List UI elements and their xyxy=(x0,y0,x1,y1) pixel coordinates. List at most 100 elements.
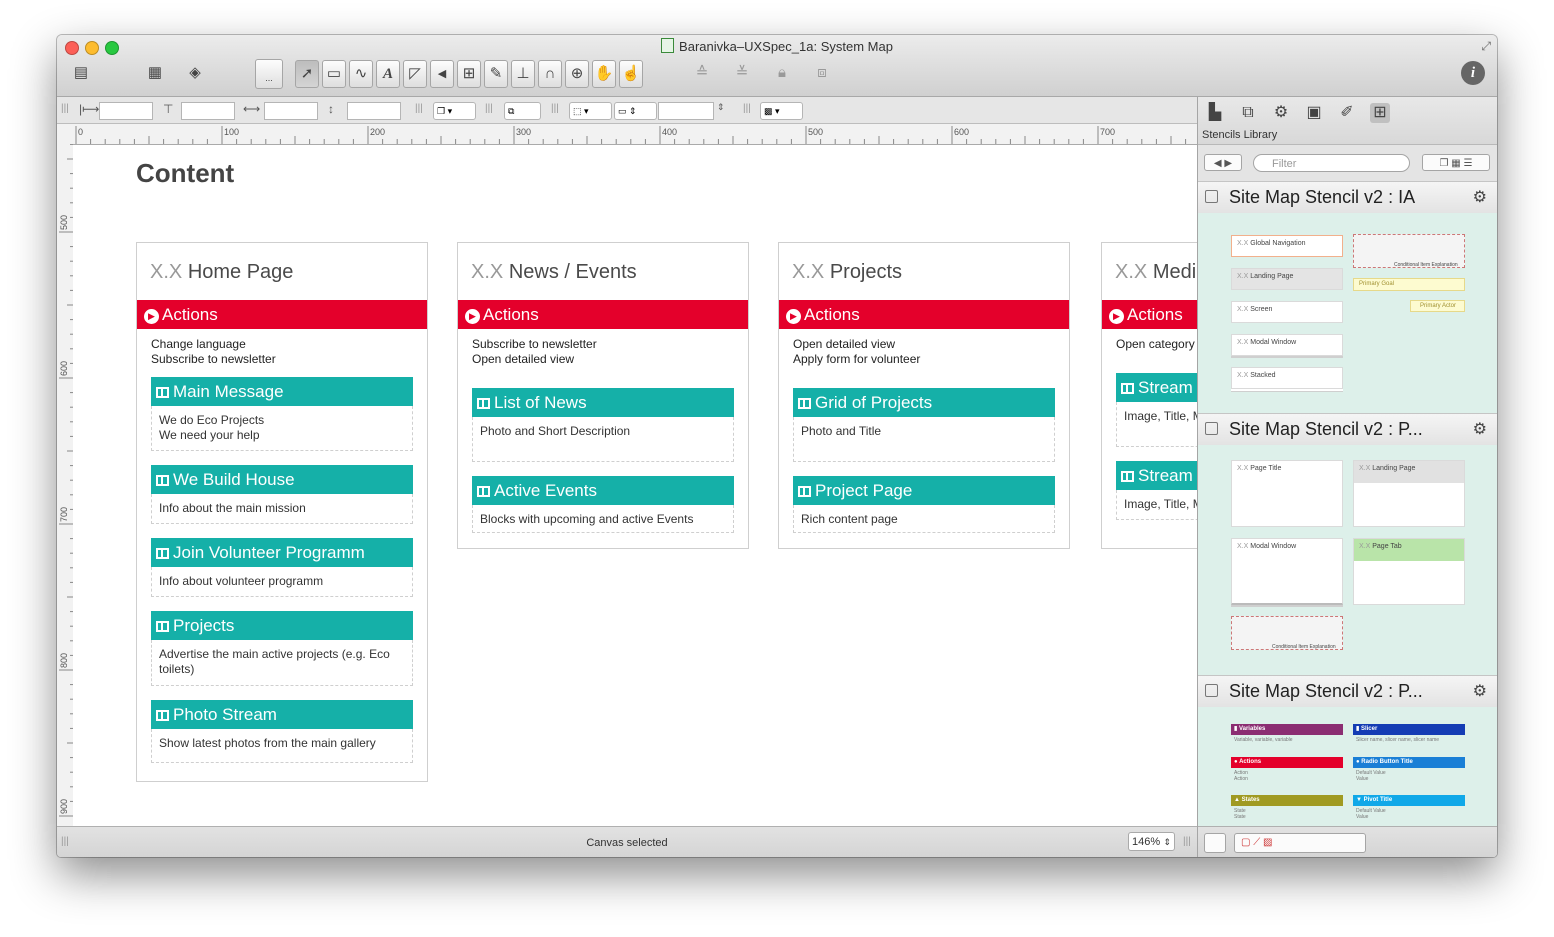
properties-tab-icon[interactable]: ▙ xyxy=(1205,103,1225,123)
stepper-icon[interactable]: ⇕ xyxy=(717,102,725,113)
stencil-item[interactable]: ▼ Pivot Title xyxy=(1353,795,1465,806)
gear-icon[interactable]: ⚙ xyxy=(1473,187,1487,207)
section-body: Rich content page xyxy=(793,505,1055,533)
zoom-tool-icon[interactable]: ⊕ xyxy=(565,60,589,88)
x-field[interactable] xyxy=(99,102,153,120)
filter-input[interactable]: Filter xyxy=(1253,154,1410,172)
ruler-label: 500 xyxy=(59,215,69,230)
gear-icon[interactable]: ⚙ xyxy=(1473,681,1487,701)
stencil-item[interactable]: ● Radio Button Title xyxy=(1353,757,1465,768)
shadow-popup[interactable]: ❐ ▾ xyxy=(433,102,476,120)
stencil-item[interactable]: X.X Page Tab xyxy=(1353,538,1465,605)
columns-icon xyxy=(477,486,490,497)
pattern-popup[interactable]: ▩ ▾ xyxy=(760,102,803,120)
card-home-page[interactable]: X.X Home Page ▶ Actions Change language S… xyxy=(136,242,428,782)
card-news-events[interactable]: X.X News / Events ▶ Actions Subscribe to … xyxy=(457,242,749,549)
connect-tool-icon[interactable]: ⊥ xyxy=(511,60,535,88)
stencil-item[interactable]: Conditional Item Explanation xyxy=(1231,616,1343,650)
back-forward-buttons[interactable]: ◀ ▶ xyxy=(1204,154,1242,171)
stencil-group-header[interactable]: Site Map Stencil v2 : IA ⚙ xyxy=(1198,181,1497,214)
columns-icon xyxy=(156,387,169,398)
card-projects[interactable]: X.X Projects ▶ Actions Open detailed view… xyxy=(778,242,1070,549)
magnet-icon[interactable]: ∩ xyxy=(538,60,562,88)
shape-preview[interactable] xyxy=(1204,833,1226,853)
pointer-tool-icon[interactable]: ➚ xyxy=(295,60,319,88)
ruler-label: 0 xyxy=(78,127,83,137)
document-tab-icon[interactable]: ▣ xyxy=(1304,103,1324,123)
inspector-info-icon[interactable]: i xyxy=(1461,61,1485,85)
style-brush-icon[interactable]: ✎ xyxy=(484,60,508,88)
stencil-item[interactable]: ● Actions xyxy=(1231,757,1343,768)
columns-icon xyxy=(156,710,169,721)
canvas-tab-icon[interactable]: ⧉ xyxy=(1238,103,1258,123)
stencil-item[interactable]: X.X Screen xyxy=(1231,301,1343,323)
stencil-group-header[interactable]: Site Map Stencil v2 : P... ⚙ xyxy=(1198,675,1497,708)
stencil-item[interactable]: ▮ Variables xyxy=(1231,724,1343,735)
stencil-item[interactable]: X.X Modal Window xyxy=(1231,334,1343,356)
card-media[interactable]: X.X Media ▶Actions Open category Stream … xyxy=(1101,242,1197,549)
gear-icon[interactable]: ⚙ xyxy=(1473,419,1487,439)
section-header: List of News xyxy=(472,388,734,417)
diagram-tool-icon[interactable]: ⊞ xyxy=(457,60,481,88)
line-tool-icon[interactable]: ∿ xyxy=(349,60,373,88)
actions-label: Actions xyxy=(162,305,218,324)
layers-icon[interactable]: ◈ xyxy=(183,60,207,86)
y-field[interactable] xyxy=(181,102,235,120)
stencil-group-body: X.X Page Title X.X Landing Page X.X Moda… xyxy=(1198,445,1497,675)
stencil-item[interactable]: ▮ Slicer xyxy=(1353,724,1465,735)
action-lines: Subscribe to newsletter Open detailed vi… xyxy=(472,337,597,366)
stencil-item[interactable]: Conditional Item Explanation xyxy=(1353,234,1465,268)
rectangle-tool-icon[interactable]: ▭ xyxy=(322,60,346,88)
ruler-label: 900 xyxy=(59,799,69,814)
group-icon[interactable]: ⧈ xyxy=(809,60,835,86)
canvas[interactable]: Content X.X Home Page ▶ Actions Change la… xyxy=(73,145,1197,826)
stencil-item[interactable]: ▲ States xyxy=(1231,795,1343,806)
columns-icon xyxy=(1121,383,1134,394)
stencil-item-label: Pivot Title xyxy=(1363,797,1393,803)
section-header: Grid of Projects xyxy=(793,388,1055,417)
stencil-item[interactable]: X.X Stacked xyxy=(1231,367,1343,389)
line-width-field[interactable] xyxy=(658,102,714,120)
style-well-button[interactable]: ... xyxy=(255,59,283,89)
fill-popup[interactable]: ⬚ ▾ xyxy=(569,102,612,120)
action-lines: Change language Subscribe to newsletter xyxy=(151,337,276,366)
stroke-preview[interactable]: ▢ ⟋ ▨ xyxy=(1234,833,1366,853)
stencil-item[interactable]: X.X Landing Page xyxy=(1353,460,1465,527)
stencil-group-header[interactable]: Site Map Stencil v2 : P... ⚙ xyxy=(1198,413,1497,446)
grip-icon: ||| xyxy=(551,103,559,114)
stencil-item[interactable]: X.X Landing Page xyxy=(1231,268,1343,290)
lock-icon[interactable]: 🔒︎ xyxy=(769,60,795,86)
height-field[interactable] xyxy=(347,102,401,120)
line-style-popup[interactable]: ▭ ⇕ xyxy=(614,102,657,120)
stencil-item[interactable]: X.X Modal Window xyxy=(1231,538,1343,605)
stroke-popup[interactable]: ⧉ xyxy=(504,102,541,120)
width-field[interactable] xyxy=(264,102,318,120)
actions-bar: ▶ Actions xyxy=(137,300,427,329)
table-icon[interactable]: ▦ xyxy=(143,60,167,86)
stencil-item[interactable]: Primary Actor xyxy=(1410,300,1465,312)
style-well-label: ... xyxy=(265,73,273,83)
hand-tool-icon[interactable]: ✋ xyxy=(592,60,616,88)
send-back-icon[interactable]: ≚ xyxy=(729,60,755,86)
section-header: We Build House xyxy=(151,465,413,494)
back-tool-icon[interactable]: ◀ xyxy=(430,60,454,88)
edit-tab-icon[interactable]: ✐ xyxy=(1337,103,1357,123)
actions-bar: ▶ Actions xyxy=(458,300,748,329)
stencil-item[interactable]: X.X Page Title xyxy=(1231,460,1343,527)
pen-tool-icon[interactable]: ◸ xyxy=(403,60,427,88)
browse-tool-icon[interactable]: ☝ xyxy=(619,60,643,88)
text-tool-icon[interactable]: A xyxy=(376,60,400,88)
stencils-tab-icon[interactable]: ⊞ xyxy=(1370,103,1390,123)
stencil-item[interactable]: Primary Goal xyxy=(1353,278,1465,291)
sidebar-toggle-icon[interactable]: ▤ xyxy=(69,60,93,86)
section-title: Active Events xyxy=(494,481,597,500)
settings-tab-icon[interactable]: ⚙ xyxy=(1271,103,1291,123)
zoom-field[interactable]: 146% ⇕ xyxy=(1128,832,1175,851)
stencil-item-label: Modal Window xyxy=(1250,543,1297,550)
fullscreen-icon[interactable]: ⤢ xyxy=(1481,39,1491,54)
stencil-item[interactable]: X.X Global Navigation xyxy=(1231,235,1343,257)
view-mode-buttons[interactable]: ❐ ▦ ☰ xyxy=(1422,154,1490,171)
stepper-icon[interactable]: ⇕ xyxy=(1163,833,1171,852)
bring-front-icon[interactable]: ≙ xyxy=(689,60,715,86)
play-icon: ▶ xyxy=(1109,309,1124,324)
